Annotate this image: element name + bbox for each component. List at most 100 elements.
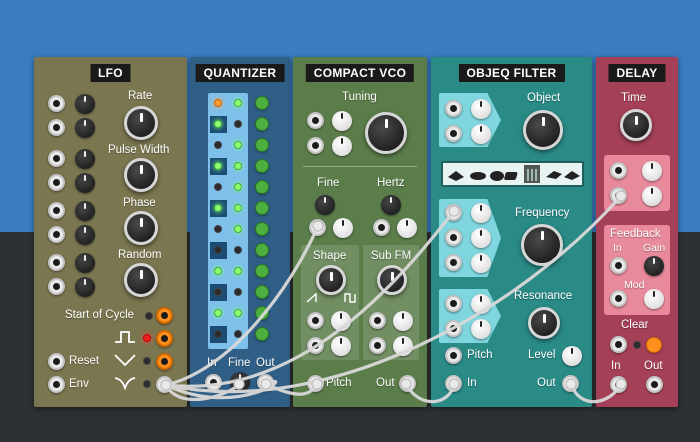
clear-button[interactable]	[646, 337, 662, 353]
level-knob[interactable]	[562, 346, 582, 366]
time-knob[interactable]	[620, 109, 652, 141]
tuning-cv-jack-2[interactable]	[307, 137, 324, 154]
quantizer-fine-knob[interactable]	[230, 372, 250, 392]
time-attenuator-knob-2[interactable]	[642, 186, 662, 206]
resonance-attenuator-knob-2[interactable]	[471, 319, 491, 339]
shape-attenuator-knob-2[interactable]	[331, 336, 351, 356]
delay-out-jack[interactable]	[646, 376, 663, 393]
module-title: LFO	[90, 64, 131, 82]
random-cv-jack[interactable]	[48, 254, 65, 271]
sub-fm-cv-jack[interactable]	[369, 312, 386, 329]
time-attenuator-knob[interactable]	[642, 161, 662, 181]
resonance-cv-jack-2[interactable]	[445, 320, 462, 337]
note-toggle-button[interactable]	[255, 96, 269, 110]
time-cv-jack[interactable]	[610, 162, 627, 179]
note-toggle-button[interactable]	[255, 306, 269, 320]
sub-fm-knob[interactable]	[377, 265, 407, 295]
phase-cv-jack-2[interactable]	[48, 226, 65, 243]
shape-attenuator-knob[interactable]	[331, 311, 351, 331]
feedback-in-jack[interactable]	[610, 257, 627, 274]
mod-attenuator-knob[interactable]	[644, 289, 664, 309]
note-toggle-button[interactable]	[255, 117, 269, 131]
tuning-attenuator-knob-2[interactable]	[332, 136, 352, 156]
pulse-width-cv-jack-2[interactable]	[48, 174, 65, 191]
fine-knob[interactable]	[315, 195, 335, 215]
rate-attenuator-knob[interactable]	[75, 94, 95, 114]
frequency-cv-jack-2[interactable]	[445, 229, 462, 246]
note-toggle-button[interactable]	[255, 222, 269, 236]
pulse-width-knob[interactable]	[124, 158, 158, 192]
pitch-input-jack[interactable]	[307, 375, 324, 392]
pulse-width-cv-jack[interactable]	[48, 150, 65, 167]
phase-cv-jack[interactable]	[48, 202, 65, 219]
quantizer-in-jack[interactable]	[205, 374, 222, 391]
note-toggle-button[interactable]	[255, 243, 269, 257]
pitch-cv-jack[interactable]	[445, 347, 462, 364]
sub-fm-cv-jack-2[interactable]	[369, 337, 386, 354]
env-input-jack[interactable]	[48, 376, 65, 393]
rate-knob[interactable]	[124, 106, 158, 140]
random-knob[interactable]	[124, 263, 158, 297]
filter-out-jack[interactable]	[562, 375, 579, 392]
delay-in-jack[interactable]	[610, 376, 627, 393]
shape-knob[interactable]	[316, 265, 346, 295]
note-toggle-button[interactable]	[255, 159, 269, 173]
tuning-knob[interactable]	[365, 112, 407, 154]
fine-cv-jack[interactable]	[309, 219, 326, 236]
time-cv-jack-2[interactable]	[610, 187, 627, 204]
sub-fm-attenuator-knob[interactable]	[393, 311, 413, 331]
shape-cv-jack-2[interactable]	[307, 337, 324, 354]
vco-out-label: Out	[376, 377, 395, 389]
frequency-attenuator-knob[interactable]	[471, 203, 491, 223]
random-attenuator-knob-2[interactable]	[75, 277, 95, 297]
rate-cv-jack-2[interactable]	[48, 119, 65, 136]
note-toggle-button[interactable]	[255, 201, 269, 215]
resonance-attenuator-knob[interactable]	[471, 294, 491, 314]
phase-attenuator-knob[interactable]	[75, 201, 95, 221]
note-toggle-button[interactable]	[255, 138, 269, 152]
object-cv-jack-2[interactable]	[445, 125, 462, 142]
object-knob[interactable]	[523, 110, 563, 150]
resonance-cv-jack[interactable]	[445, 295, 462, 312]
hertz-cv-jack[interactable]	[373, 219, 390, 236]
env-output-jack[interactable]	[156, 376, 173, 393]
triangle-wave-output-jack[interactable]	[156, 353, 173, 370]
frequency-knob[interactable]	[521, 224, 563, 266]
start-of-cycle-output-jack[interactable]	[156, 307, 173, 324]
object-attenuator-knob[interactable]	[471, 99, 491, 119]
square-wave-output-jack[interactable]	[156, 330, 173, 347]
frequency-attenuator-knob-2[interactable]	[471, 228, 491, 248]
note-toggle-button[interactable]	[255, 180, 269, 194]
feedback-gain-knob[interactable]	[644, 256, 664, 276]
fine-attenuator-knob[interactable]	[333, 218, 353, 238]
hertz-attenuator-knob[interactable]	[397, 218, 417, 238]
tuning-cv-jack[interactable]	[307, 112, 324, 129]
hertz-knob[interactable]	[381, 195, 401, 215]
rate-attenuator-knob-2[interactable]	[75, 118, 95, 138]
sub-fm-attenuator-knob-2[interactable]	[393, 336, 413, 356]
frequency-cv-jack-3[interactable]	[445, 254, 462, 271]
object-cv-jack[interactable]	[445, 100, 462, 117]
note-toggle-button[interactable]	[255, 264, 269, 278]
filter-in-jack[interactable]	[445, 375, 462, 392]
reset-input-jack[interactable]	[48, 353, 65, 370]
random-cv-jack-2[interactable]	[48, 278, 65, 295]
note-toggle-button[interactable]	[255, 285, 269, 299]
pulse-width-attenuator-knob[interactable]	[75, 149, 95, 169]
frequency-attenuator-knob-3[interactable]	[471, 253, 491, 273]
random-attenuator-knob[interactable]	[75, 253, 95, 273]
resonance-knob[interactable]	[528, 307, 560, 339]
clear-trigger-jack[interactable]	[610, 336, 627, 353]
object-attenuator-knob-2[interactable]	[471, 124, 491, 144]
shape-cv-jack[interactable]	[307, 312, 324, 329]
tuning-attenuator-knob[interactable]	[332, 111, 352, 131]
mod-cv-jack[interactable]	[610, 290, 627, 307]
frequency-cv-jack[interactable]	[445, 204, 462, 221]
pulse-width-attenuator-knob-2[interactable]	[75, 173, 95, 193]
vco-out-jack[interactable]	[399, 375, 416, 392]
note-toggle-button[interactable]	[255, 327, 269, 341]
phase-knob[interactable]	[124, 211, 158, 245]
rate-cv-jack[interactable]	[48, 95, 65, 112]
phase-attenuator-knob-2[interactable]	[75, 225, 95, 245]
quantizer-out-jack[interactable]	[257, 374, 274, 391]
